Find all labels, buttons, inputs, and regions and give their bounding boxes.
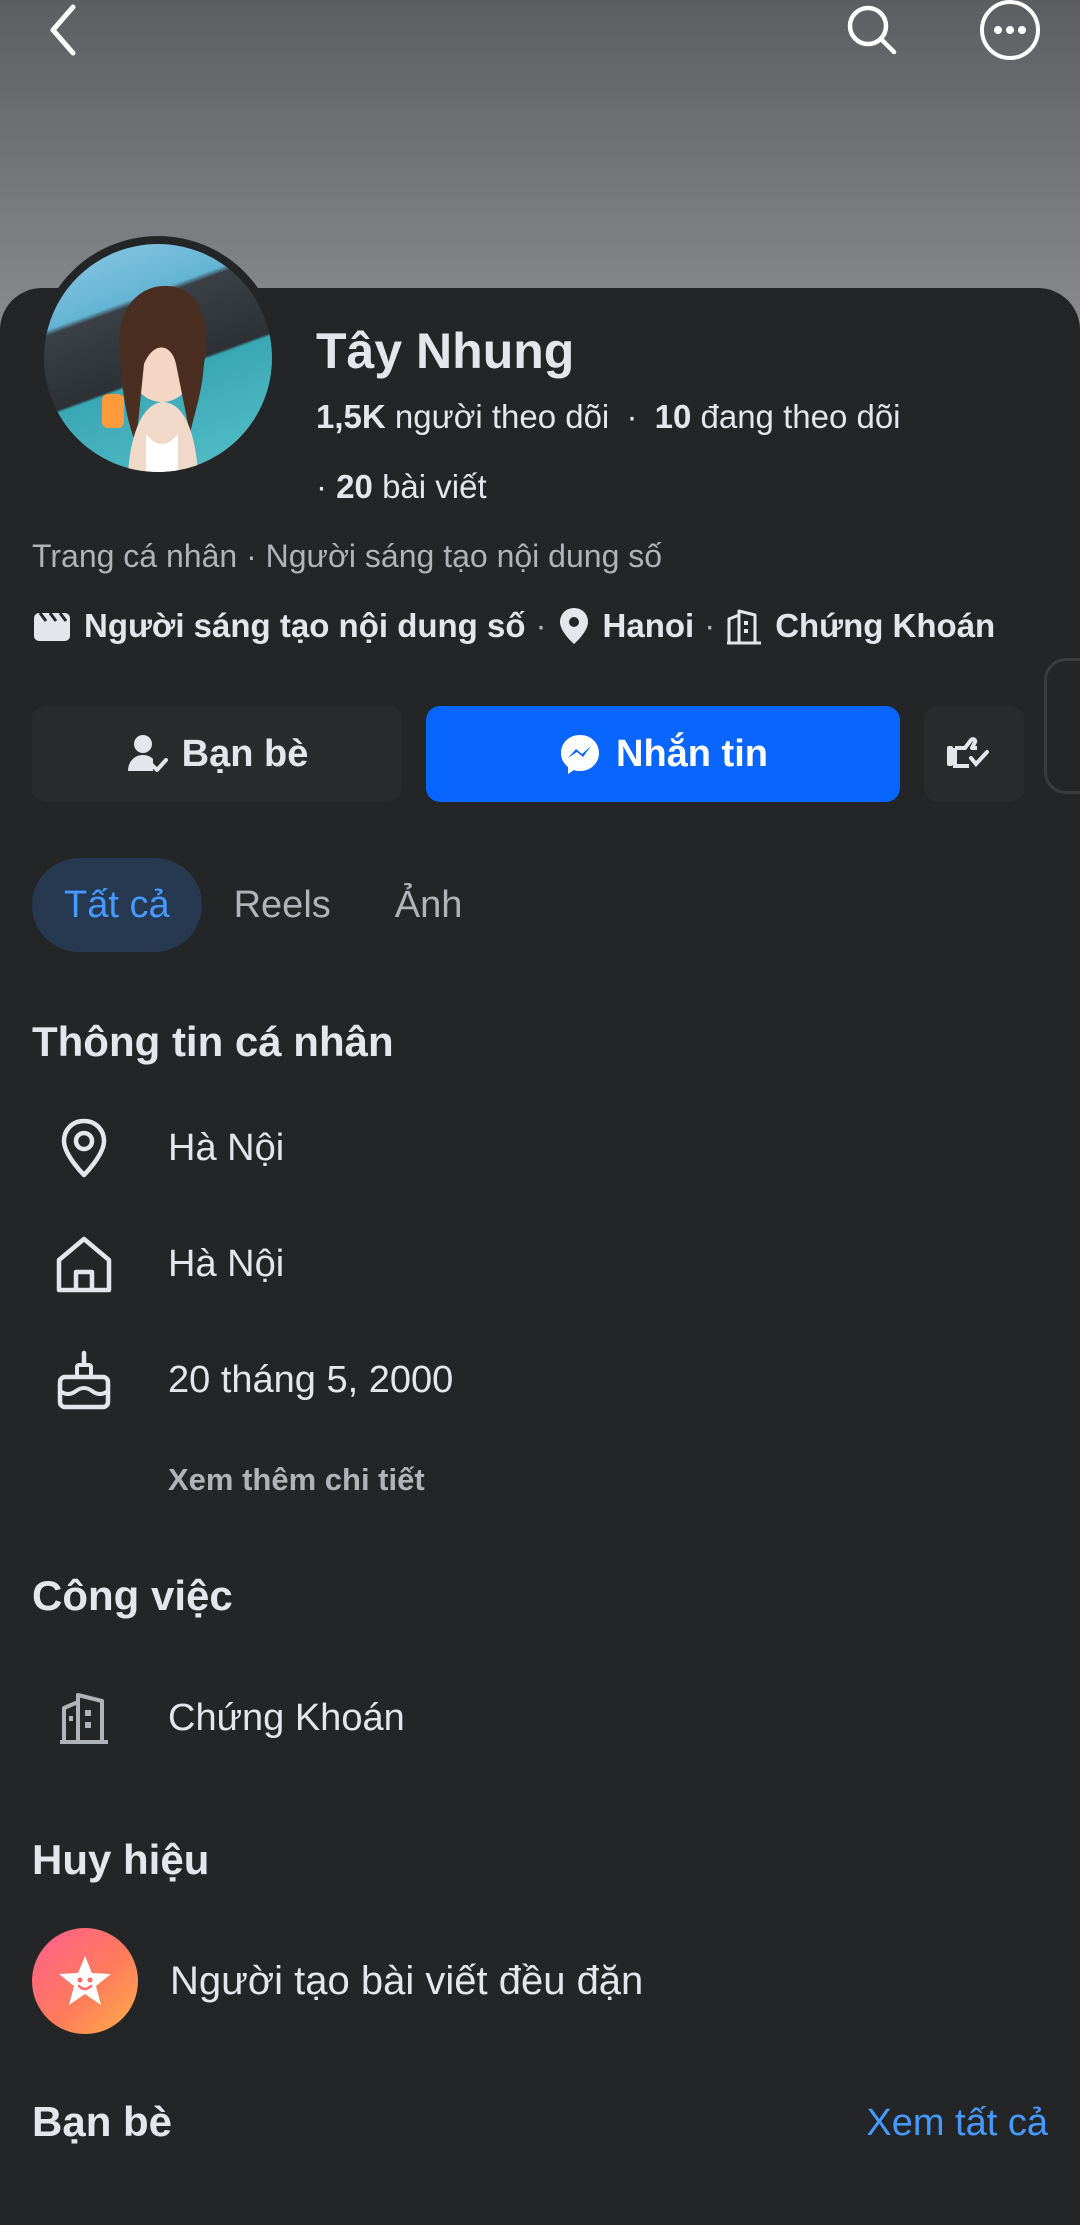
profile-chips: Người sáng tạo nội dung số · Hanoi · Chứ… <box>32 606 995 646</box>
company-text: Chứng Khoán <box>168 1696 405 1739</box>
search-button[interactable] <box>840 0 904 60</box>
profile-name: Tây Nhung <box>316 323 575 379</box>
posts-stats: · 20 bài viết <box>316 468 487 506</box>
side-drawer-handle[interactable] <box>1044 658 1080 794</box>
action-more-button[interactable] <box>924 706 1024 802</box>
current-city-row: Hà Nội <box>32 1108 284 1188</box>
birthday-text: 20 tháng 5, 2000 <box>168 1358 454 1401</box>
hometown-text: Hà Nội <box>168 1242 285 1285</box>
tab-photos[interactable]: Ảnh <box>363 858 495 952</box>
work-title: Công việc <box>32 1572 233 1619</box>
friends-section-title: Bạn bè <box>32 2098 173 2145</box>
posts-label: bài viết <box>382 468 487 505</box>
followers-count[interactable]: 1,5K <box>316 398 386 435</box>
friends-button[interactable]: Bạn bè <box>32 706 402 802</box>
work-row[interactable]: Chứng Khoán <box>32 1678 405 1758</box>
personal-info-title: Thông tin cá nhân <box>32 1018 394 1065</box>
work-chip: Chứng Khoán <box>725 607 995 645</box>
star-badge-icon <box>32 1928 138 2034</box>
message-button-label: Nhắn tin <box>616 732 768 775</box>
tab-all[interactable]: Tất cả <box>32 858 202 952</box>
friend-check-icon <box>127 735 168 772</box>
clapperboard-icon <box>34 612 70 641</box>
content-tabs: Tất cả Reels Ảnh <box>32 858 494 952</box>
follow-stats: 1,5K người theo dõi · 10 đang theo dõi <box>316 398 901 436</box>
friends-button-label: Bạn bè <box>181 732 309 775</box>
current-city-text: Hà Nội <box>168 1126 285 1169</box>
posts-prefix: · <box>316 468 327 505</box>
separator-dot: · <box>626 398 638 435</box>
message-button[interactable]: Nhắn tin <box>426 706 900 802</box>
posts-count: 20 <box>336 468 373 505</box>
separator-dot: · <box>704 607 716 644</box>
location-chip-label: Hanoi <box>602 607 695 644</box>
location-pin-icon <box>559 608 588 644</box>
tab-reels[interactable]: Reels <box>202 858 363 952</box>
hometown-row: Hà Nội <box>32 1224 284 1304</box>
company-building-icon <box>32 1678 136 1758</box>
profile-subtitle: Trang cá nhân · Người sáng tạo nội dung … <box>32 538 663 574</box>
followers-label[interactable]: người theo dõi <box>395 398 609 435</box>
back-arrow-icon <box>50 4 76 56</box>
birthday-row: 20 tháng 5, 2000 <box>32 1340 453 1420</box>
messenger-icon <box>561 735 599 774</box>
location-pin-icon <box>32 1108 136 1188</box>
more-options-button[interactable] <box>976 0 1044 64</box>
avatar-ring <box>36 236 280 480</box>
work-chip-label: Chứng Khoán <box>775 607 996 644</box>
see-more-details-link[interactable]: Xem thêm chi tiết <box>168 1462 425 1498</box>
badge-label: Người tạo bài viết đều đặn <box>170 1958 644 2003</box>
search-icon <box>847 5 897 55</box>
building-icon <box>727 609 762 645</box>
more-dots-icon <box>980 0 1040 60</box>
separator-dot: · <box>535 607 547 644</box>
home-icon <box>32 1224 136 1304</box>
avatar[interactable] <box>44 244 272 472</box>
following-label[interactable]: đang theo dõi <box>701 398 901 435</box>
see-all-friends-link[interactable]: Xem tất cả <box>866 2102 1048 2145</box>
location-chip: Hanoi <box>557 606 695 646</box>
back-button[interactable] <box>30 0 94 60</box>
hand-check-icon <box>947 737 989 768</box>
badges-title: Huy hiệu <box>32 1836 210 1883</box>
creator-chip: Người sáng tạo nội dung số <box>32 607 526 645</box>
following-count[interactable]: 10 <box>655 398 692 435</box>
badge-row[interactable]: Người tạo bài viết đều đặn <box>32 1928 643 2034</box>
birthday-cake-icon <box>32 1340 136 1420</box>
avatar-photo <box>102 285 207 472</box>
creator-chip-label: Người sáng tạo nội dung số <box>84 607 526 644</box>
